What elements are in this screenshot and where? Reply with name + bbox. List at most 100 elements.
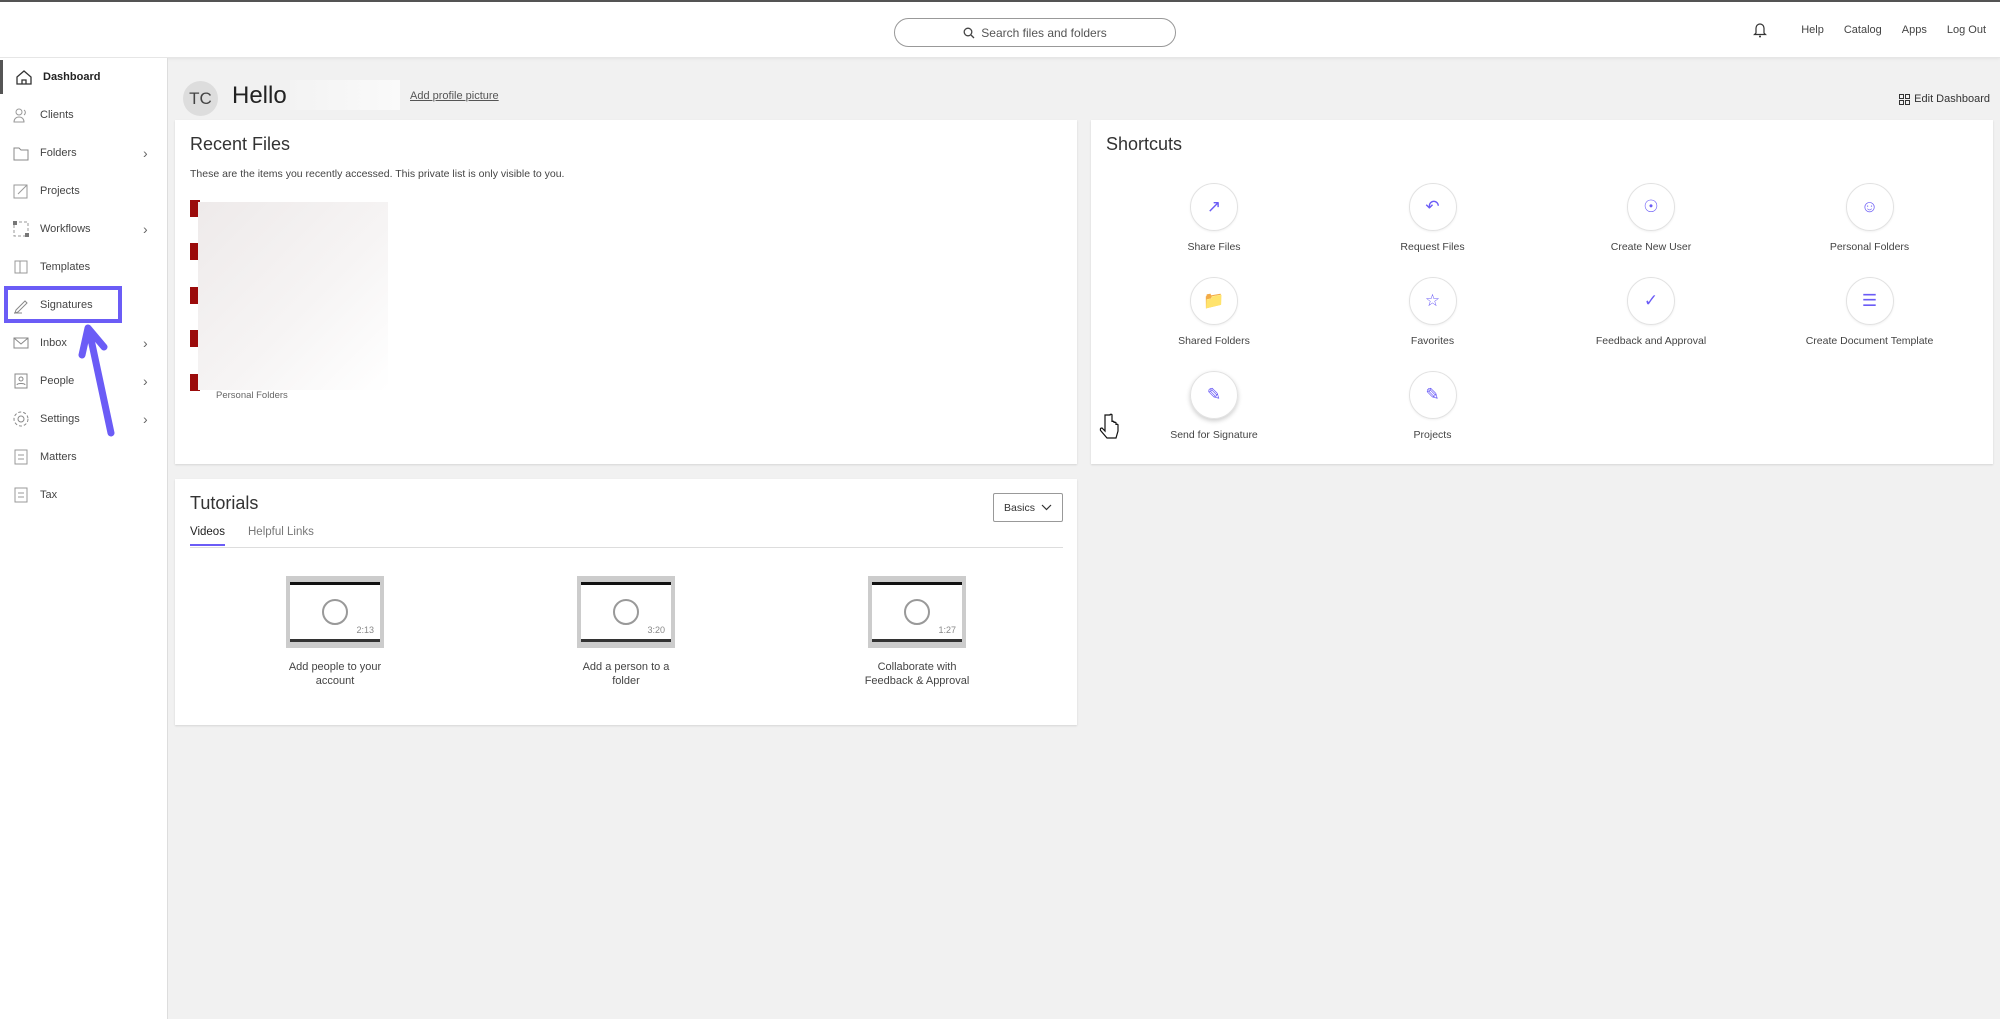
sidebar-item-people[interactable]: People ›	[0, 364, 168, 398]
sidebar-item-templates[interactable]: Templates	[0, 250, 168, 284]
chevron-right-icon[interactable]: ›	[143, 221, 148, 237]
projects-icon	[12, 182, 30, 200]
sidebar-item-settings[interactable]: Settings ›	[0, 402, 168, 436]
mail-icon	[12, 334, 30, 352]
shortcut-feedback-and-approval[interactable]: ✓ Feedback and Approval	[1551, 277, 1751, 347]
chevron-right-icon[interactable]: ›	[143, 145, 148, 161]
shortcut-send-for-signature[interactable]: ✎ Send for Signature	[1114, 371, 1314, 441]
sidebar-item-label: Templates	[40, 261, 91, 273]
shortcut-label: Share Files	[1187, 241, 1241, 253]
play-icon	[322, 599, 348, 625]
shortcut-label: Feedback and Approval	[1595, 335, 1707, 347]
shortcuts-title: Shortcuts	[1106, 134, 1183, 154]
shortcut-label: Personal Folders	[1829, 241, 1910, 253]
video-title: Collaborate with Feedback & Approval	[864, 661, 970, 687]
share-icon: ↗	[1190, 183, 1238, 231]
file-location: Personal Folders	[216, 390, 288, 401]
add-user-icon: ☉	[1627, 183, 1675, 231]
catalog-link[interactable]: Catalog	[1844, 24, 1882, 36]
sidebar-item-clients[interactable]: Clients	[0, 98, 168, 132]
sidebar-item-projects[interactable]: Projects	[0, 174, 168, 208]
sidebar-item-signatures[interactable]: Signatures	[0, 288, 168, 322]
sidebar-item-label: Folders	[40, 147, 77, 159]
help-link[interactable]: Help	[1801, 24, 1824, 36]
avatar[interactable]: TC	[183, 81, 218, 116]
sidebar-item-workflows[interactable]: Workflows ›	[0, 212, 168, 246]
sidebar-item-folders[interactable]: Folders ›	[0, 136, 168, 170]
recent-files-card: Recent Files These are the items you rec…	[175, 120, 1077, 464]
sidebar-item-inbox[interactable]: Inbox ›	[0, 326, 168, 360]
pen-icon	[12, 296, 30, 314]
video-thumbnail[interactable]: 3:20	[577, 576, 675, 648]
shortcut-label: Projects	[1413, 429, 1452, 441]
sidebar-item-label: Settings	[40, 413, 80, 425]
star-icon: ☆	[1408, 277, 1457, 325]
shortcut-label: Create Document Template	[1805, 335, 1934, 347]
shortcut-label: Send for Signature	[1170, 429, 1258, 441]
sidebar-item-matters[interactable]: Matters	[0, 440, 168, 474]
shortcut-create-new-user[interactable]: ☉ Create New User	[1551, 183, 1751, 253]
grid-icon	[1899, 93, 1911, 105]
shortcut-label: Create New User	[1610, 241, 1692, 253]
search-input[interactable]: Search files and folders	[894, 18, 1176, 47]
video-thumbnail[interactable]: 2:13	[286, 576, 384, 648]
basics-label: Basics	[1004, 501, 1035, 514]
shortcut-label: Favorites	[1410, 335, 1455, 347]
add-profile-picture-link[interactable]: Add profile picture	[410, 90, 499, 102]
clients-icon	[12, 106, 30, 124]
sidebar-item-dashboard[interactable]: Dashboard	[0, 60, 168, 94]
pen-icon: ✎	[1190, 371, 1238, 419]
sidebar-item-label: Inbox	[40, 337, 67, 349]
search-icon	[963, 27, 975, 38]
sidebar: Dashboard Clients Folders › Projects Workflow…	[0, 58, 168, 1019]
sidebar-item-label: Projects	[40, 185, 80, 197]
sidebar-item-label: Tax	[40, 489, 58, 501]
shortcut-shared-folders[interactable]: 📁 Shared Folders	[1114, 277, 1314, 347]
tutorial-video[interactable]: 1:27 Collaborate with Feedback & Approval	[817, 576, 1017, 688]
play-icon	[904, 599, 930, 625]
tutorial-video[interactable]: 3:20 Add a person to a folder	[526, 576, 726, 688]
logout-link[interactable]: Log Out	[1947, 24, 1986, 36]
shortcut-personal-folders[interactable]: ☺ Personal Folders	[1770, 183, 1970, 253]
tutorials-title: Tutorials	[190, 493, 259, 513]
tab-videos[interactable]: Videos	[190, 526, 225, 546]
shortcut-share-files[interactable]: ↗ Share Files	[1114, 183, 1314, 253]
chevron-down-icon	[1041, 504, 1052, 511]
video-duration: 2:13	[356, 625, 374, 635]
templates-icon	[12, 258, 30, 276]
recent-files-title: Recent Files	[190, 134, 291, 154]
gear-icon	[12, 410, 30, 428]
edit-dashboard-label: Edit Dashboard	[1914, 93, 1990, 105]
redacted-file-list	[198, 202, 388, 390]
person-icon: ☺	[1845, 183, 1894, 231]
apps-link[interactable]: Apps	[1902, 24, 1927, 36]
sidebar-item-tax[interactable]: Tax	[0, 478, 168, 512]
tutorial-video[interactable]: 2:13 Add people to your account	[235, 576, 435, 688]
video-title: Add people to your account	[288, 661, 382, 687]
shortcut-create-document-template[interactable]: ☰ Create Document Template	[1770, 277, 1970, 347]
basics-dropdown[interactable]: Basics	[993, 493, 1063, 522]
tutorials-card: Tutorials Basics Videos Helpful Links 2:…	[175, 479, 1077, 725]
chevron-right-icon[interactable]: ›	[143, 335, 148, 351]
sidebar-item-label: Dashboard	[43, 71, 101, 83]
sidebar-item-label: People	[40, 375, 75, 387]
bell-icon[interactable]	[1753, 22, 1768, 38]
shortcut-favorites[interactable]: ☆ Favorites	[1333, 277, 1533, 347]
chevron-right-icon[interactable]: ›	[143, 373, 148, 389]
home-icon	[15, 68, 33, 86]
shortcut-request-files[interactable]: ↶ Request Files	[1333, 183, 1533, 253]
video-thumbnail[interactable]: 1:27	[868, 576, 966, 648]
shortcut-projects[interactable]: ✎ Projects	[1333, 371, 1533, 441]
tab-helpful-links[interactable]: Helpful Links	[248, 526, 314, 538]
chevron-right-icon[interactable]: ›	[143, 411, 148, 427]
document-icon: ☰	[1845, 277, 1894, 325]
video-duration: 1:27	[938, 625, 956, 635]
check-circle-icon: ✓	[1627, 277, 1675, 325]
greeting: Hello	[232, 82, 287, 109]
request-icon: ↶	[1408, 183, 1457, 231]
shortcuts-card: Shortcuts ↗ Share Files ↶ Request Files ☉ Cre…	[1091, 120, 1993, 464]
search-placeholder: Search files and folders	[981, 25, 1107, 40]
recent-files-description: These are the items you recently accesse…	[190, 168, 565, 180]
shortcut-label: Request Files	[1400, 241, 1465, 253]
edit-dashboard-button[interactable]: Edit Dashboard	[1899, 93, 1990, 105]
